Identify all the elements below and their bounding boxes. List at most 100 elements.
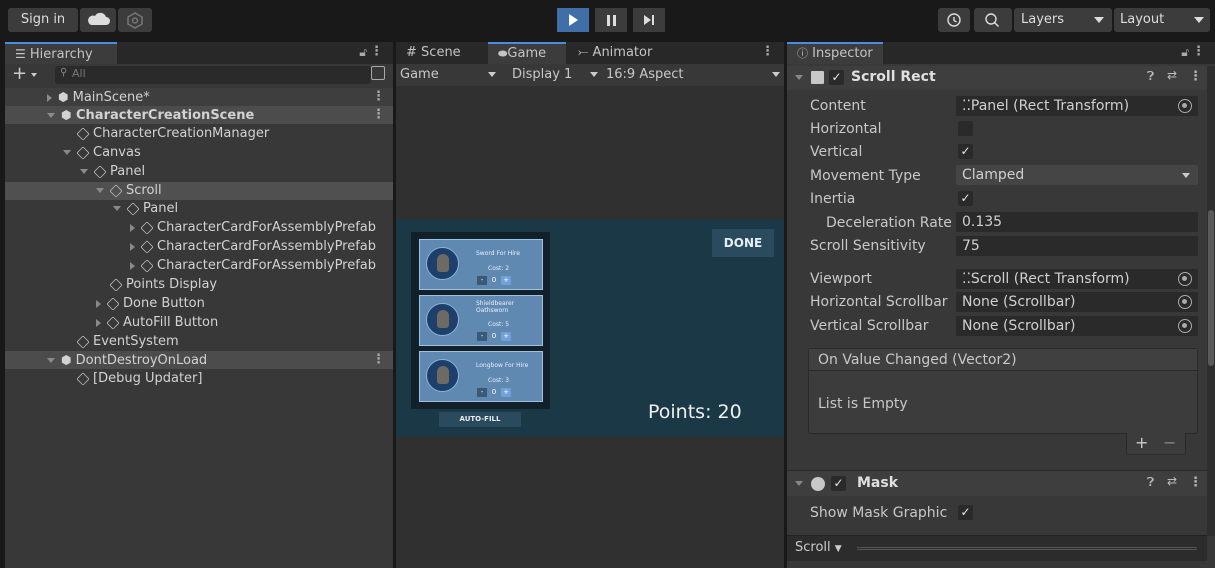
play-button[interactable] [557, 8, 589, 32]
viewport-field[interactable]: ⁚⁚Scroll (Rect Transform) [956, 269, 1198, 289]
search-icon [985, 13, 1000, 28]
panel-menu-icon[interactable]: ⋮ [370, 44, 383, 59]
viewport-value: Scroll (Rect Transform) [970, 271, 1130, 287]
object-picker-icon[interactable] [1178, 319, 1192, 333]
lock-icon[interactable]: 🔓︎ [359, 45, 367, 60]
unity-scene-icon: ⬢ [58, 90, 69, 104]
preset-icon[interactable]: ⇄ [1167, 68, 1177, 82]
game-mode-label: Game [400, 67, 439, 82]
hierarchy-panel: ☰ Hierarchy 🔓︎ ⋮ + ⚲ All ⬢ MainScene* ⋮ ⬢… [5, 42, 393, 568]
tree-row-dontdestroyonload[interactable]: ⬢ DontDestroyOnLoad ⋮ [5, 351, 393, 369]
history-button[interactable] [938, 8, 970, 32]
tree-row-eventsystem[interactable]: EventSystem [5, 333, 393, 351]
points-display: Points: 20 [648, 401, 742, 423]
chevron-down-icon[interactable] [31, 73, 37, 77]
object-picker-icon[interactable] [1178, 272, 1192, 286]
collab-button[interactable] [118, 8, 152, 32]
mask-enabled-checkbox[interactable]: ✓ [831, 476, 846, 491]
enabled-checkbox[interactable]: ✓ [829, 70, 844, 85]
layout-dropdown[interactable]: Layout [1114, 8, 1210, 32]
decrement-button[interactable]: - [477, 332, 487, 341]
cloud-button[interactable] [80, 8, 116, 32]
tab-inspector[interactable]: ⓘ Inspector [787, 42, 883, 64]
card-count: 0 [491, 276, 497, 284]
image-icon[interactable] [371, 66, 385, 80]
gamepad-icon: ⬬ [498, 47, 508, 60]
lock-icon[interactable]: 🔓︎ [1181, 45, 1189, 60]
horizontal-checkbox[interactable] [958, 121, 973, 136]
content-field[interactable]: ⁚⁚Panel (Rect Transform) [956, 96, 1198, 116]
done-button[interactable]: DONE [712, 229, 774, 257]
vertical-checkbox[interactable]: ✓ [958, 144, 973, 159]
tree-row-canvas[interactable]: Canvas [5, 144, 393, 162]
search-input[interactable]: ⚲ All [55, 66, 371, 84]
scroll-rect-header[interactable]: ✓ Scroll Rect ❓︎ ⇄ ⋮ [787, 66, 1207, 90]
character-card-3[interactable]: Longbow For Hire Cost: 3 - 0 + [419, 351, 543, 402]
deceleration-rate-input[interactable]: 0.135 [956, 212, 1198, 232]
game-mode-dropdown[interactable]: Game [396, 64, 502, 86]
movement-type-value: Clamped [962, 167, 1025, 183]
aspect-dropdown[interactable]: 16:9 Aspect [602, 64, 784, 86]
component-menu-icon[interactable]: ⋮ [1189, 69, 1202, 84]
tree-row-charactercreationmanager[interactable]: CharacterCreationManager [5, 125, 393, 143]
pause-button[interactable] [595, 8, 627, 32]
preset-icon[interactable]: ⇄ [1167, 474, 1177, 488]
decrement-button[interactable]: - [477, 388, 487, 397]
tree-row-autofill-button[interactable]: AutoFill Button [5, 314, 393, 332]
scroll-sensitivity-input[interactable]: 75 [956, 236, 1198, 256]
tab-hierarchy[interactable]: ☰ Hierarchy [5, 42, 117, 64]
inertia-checkbox[interactable]: ✓ [958, 191, 973, 206]
preview-splitter[interactable] [857, 547, 1197, 550]
row-menu-icon[interactable]: ⋮ [372, 106, 385, 124]
increment-button[interactable]: + [501, 388, 511, 397]
mask-header[interactable]: ✓ Mask ❓︎ ⇄ ⋮ [787, 470, 1207, 496]
tree-row-debug-updater[interactable]: [Debug Updater] [5, 370, 393, 388]
search-button[interactable] [974, 8, 1012, 32]
character-card-2[interactable]: Shieldbearer Oathsworn Cost: 5 - 0 + [419, 295, 543, 346]
object-picker-icon[interactable] [1178, 295, 1192, 309]
component-menu-icon[interactable]: ⋮ [1189, 475, 1202, 490]
scrollbar-thumb[interactable] [1208, 210, 1214, 366]
preview-dropdown[interactable]: Scroll ▼ [795, 540, 842, 555]
increment-button[interactable]: + [501, 332, 511, 341]
row-menu-icon[interactable]: ⋮ [372, 88, 385, 106]
object-picker-icon[interactable] [1178, 99, 1192, 113]
tree-row-points-display[interactable]: Points Display [5, 276, 393, 294]
increment-button[interactable]: + [501, 276, 511, 285]
step-button[interactable] [633, 8, 665, 32]
row-menu-icon[interactable]: ⋮ [372, 351, 385, 369]
character-card-1[interactable]: Sword For Hire Cost: 2 - 0 + [419, 239, 543, 290]
add-listener-button[interactable]: + [1135, 433, 1148, 452]
tree-row-mainscene[interactable]: ⬢ MainScene* ⋮ [5, 88, 393, 106]
help-icon[interactable]: ❓︎ [1147, 475, 1154, 490]
inspector-tabbar: ⓘ Inspector 🔓︎ ⋮ [787, 42, 1215, 64]
decrement-button[interactable]: - [477, 276, 487, 285]
panel-menu-icon[interactable]: ⋮ [761, 44, 774, 59]
horizontal-scrollbar-label: Horizontal Scrollbar [810, 294, 948, 310]
tab-animator[interactable]: ⤚ Animator [568, 42, 678, 64]
layers-dropdown[interactable]: Layers [1014, 8, 1112, 32]
display-dropdown[interactable]: Display 1 [506, 64, 602, 86]
tree-row-panel[interactable]: Panel [5, 163, 393, 181]
help-icon[interactable]: ❓︎ [1147, 69, 1154, 84]
tree-row-done-button[interactable]: Done Button [5, 295, 393, 313]
tree-row-character-card-3[interactable]: CharacterCardForAssemblyPrefab [5, 257, 393, 275]
tree-row-scroll[interactable]: Scroll [5, 182, 393, 200]
autofill-button[interactable]: AUTO-FILL [439, 412, 521, 427]
horizontal-scrollbar-field[interactable]: None (Scrollbar) [956, 292, 1198, 312]
inspector-scrollbar[interactable] [1207, 66, 1215, 536]
show-mask-graphic-checkbox[interactable]: ✓ [958, 505, 973, 520]
tree-row-charactercreationscene[interactable]: ⬢ CharacterCreationScene ⋮ [5, 106, 393, 124]
tab-game[interactable]: ⬬Game [488, 42, 566, 64]
panel-menu-icon[interactable]: ⋮ [1192, 44, 1205, 59]
vertical-scrollbar-field[interactable]: None (Scrollbar) [956, 316, 1198, 336]
sign-in-button[interactable]: Sign in [8, 8, 78, 32]
movement-type-dropdown[interactable]: Clamped [956, 165, 1198, 185]
tree-row-panel[interactable]: Panel [5, 200, 393, 218]
add-icon[interactable]: + [12, 64, 27, 84]
tab-scene[interactable]: # Scene [396, 42, 486, 64]
expanded-arrow-icon [63, 150, 71, 155]
remove-listener-button[interactable]: − [1163, 433, 1176, 452]
tree-row-character-card-1[interactable]: CharacterCardForAssemblyPrefab [5, 219, 393, 237]
tree-row-character-card-2[interactable]: CharacterCardForAssemblyPrefab [5, 238, 393, 256]
